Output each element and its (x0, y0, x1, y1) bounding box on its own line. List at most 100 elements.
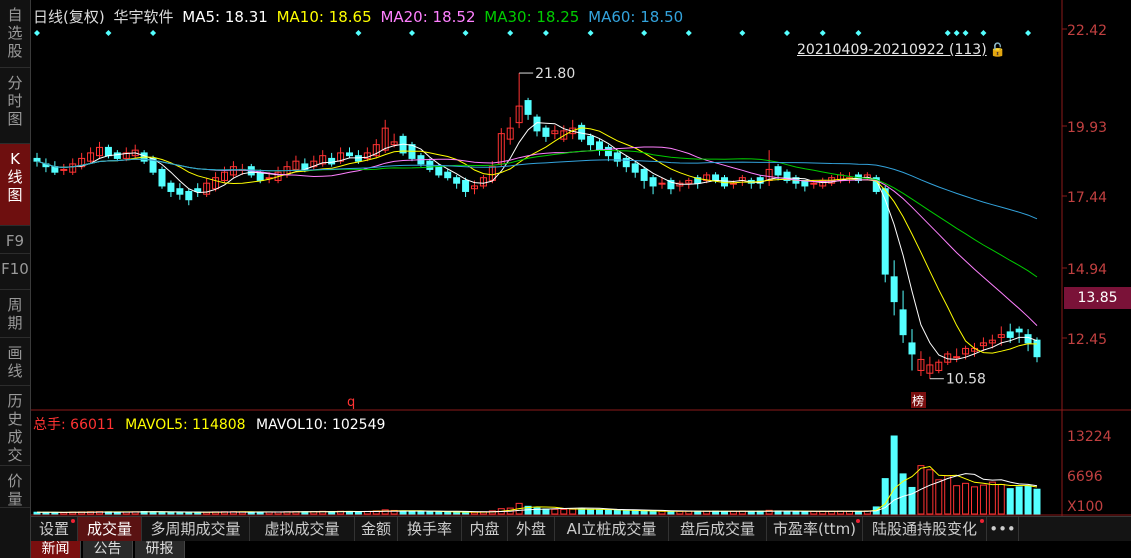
volume-bar (622, 510, 630, 515)
volume-bar (435, 511, 443, 515)
candle-body (444, 171, 452, 179)
volume-bar (613, 509, 621, 515)
volume-bar (176, 511, 184, 515)
candle-body (881, 188, 889, 275)
candle-body (453, 177, 461, 184)
volume-bar (587, 508, 595, 515)
indicator-tab-3[interactable]: 虚拟成交量 (250, 517, 355, 541)
ma60-value: MA60: 18.50 (588, 8, 684, 26)
candle-body (712, 174, 720, 181)
indicator-tab-2[interactable]: 多周期成交量 (142, 517, 250, 541)
indicator-tab-11[interactable]: 陆股通持股变化 (863, 517, 987, 541)
volume-bar (426, 511, 434, 515)
indicator-tab-12[interactable]: ••• (987, 517, 1019, 541)
ma20-value: MA20: 18.52 (380, 8, 476, 26)
volume-legend: 总手: 66011 MAVOL5: 114808 MAVOL10: 102549 (33, 414, 391, 434)
indicator-tab-1[interactable]: 成交量 (78, 517, 142, 541)
mavol5-value: MAVOL5: 114808 (125, 417, 246, 433)
volume-bar (1024, 485, 1032, 515)
volume-tick: 6696 (1067, 469, 1103, 485)
volume-bar (444, 511, 452, 515)
high-price-label: 21.80 (535, 66, 575, 82)
candle-body (462, 179, 470, 192)
volume-bar (667, 510, 675, 515)
side-tab-1[interactable]: 分 时 图 (0, 68, 30, 144)
kline-chart[interactable]: 22.42 19.93 17.44 14.94 12.45 21.80 10.58 q 榜 1… (31, 0, 1131, 516)
candle-body (104, 146, 112, 157)
candle-body (328, 157, 336, 165)
candle-body (158, 168, 166, 187)
volume-tick: 13224 (1067, 429, 1112, 445)
indicator-tab-bar: 设置 成交量 多周期成交量 虚拟成交量 金额 换手率 内盘 外盘 AI立桩成交量 盘后成交量 市盈率… (31, 516, 1131, 541)
volume-bar (596, 509, 603, 515)
side-tab-6[interactable]: 画 线 (0, 338, 30, 386)
side-tab-8[interactable]: 价 量 (0, 466, 30, 508)
indicator-tab-4[interactable]: 金额 (355, 517, 398, 541)
volume-bar (185, 511, 193, 515)
candle-body (1024, 334, 1032, 344)
volume-bar (453, 511, 461, 515)
side-tab-7[interactable]: 历 史 成 交 (0, 386, 30, 466)
side-tab-5[interactable]: 周 期 (0, 290, 30, 338)
marker-bang: 榜 (912, 393, 924, 408)
candle-body (1033, 339, 1041, 358)
indicator-tab-6[interactable]: 内盘 (462, 517, 508, 541)
indicator-tab-9[interactable]: 盘后成交量 (669, 517, 767, 541)
left-tool-bar: 自 选 股分 时 图K 线 图 F9 F10 周 期画 线历 史 成 交价 量 (0, 0, 31, 558)
candle-body (435, 166, 443, 176)
volume-bar (640, 510, 648, 515)
total-volume: 总手: 66011 (33, 417, 115, 433)
candle-body (354, 155, 362, 162)
candle-body (60, 168, 68, 171)
lock-icon[interactable]: 🔓 (990, 43, 1006, 58)
volume-bar (604, 509, 612, 515)
candle-body (953, 356, 961, 359)
indicator-tab-0[interactable]: 设置 (31, 517, 78, 541)
candle-body (1006, 331, 1014, 338)
indicator-tab-5[interactable]: 换手率 (398, 517, 462, 541)
volume-bar (1033, 488, 1041, 515)
volume-bar (167, 511, 175, 515)
side-tab-4[interactable]: F10 (0, 254, 30, 290)
candle-body (810, 182, 818, 185)
candle-body (587, 135, 595, 146)
volume-bar (908, 486, 916, 515)
candle-body (899, 309, 907, 336)
volume-tick: X100 (1067, 499, 1103, 515)
indicator-tab-8[interactable]: AI立桩成交量 (555, 517, 669, 541)
tab-dot-indicator (71, 519, 75, 523)
candle-body (346, 152, 353, 157)
volume-bar (792, 510, 800, 515)
candle-body (1015, 328, 1023, 333)
date-range-label[interactable]: 20210409-20210922 (113) 🔓 (797, 42, 1006, 58)
news-tab-1[interactable]: 公告 (83, 541, 133, 558)
side-tab-0[interactable]: 自 选 股 (0, 0, 30, 68)
price-tick: 12.45 (1067, 332, 1107, 348)
candle-body (908, 342, 916, 355)
candle-body (658, 182, 666, 185)
candle-body (524, 100, 532, 115)
candle-body (33, 157, 41, 162)
volume-bar (542, 508, 550, 515)
indicator-tab-7[interactable]: 外盘 (508, 517, 555, 541)
news-tab-2[interactable]: 研报 (135, 541, 185, 558)
price-tick: 17.44 (1067, 190, 1107, 206)
volume-bar (801, 511, 809, 515)
side-tab-3[interactable]: F9 (0, 226, 30, 254)
volume-bar (1015, 486, 1023, 515)
candle-body (113, 152, 121, 159)
candle-body (890, 276, 898, 303)
price-tick: 19.93 (1067, 120, 1107, 136)
indicator-tab-10[interactable]: 市盈率(ttm) (767, 517, 863, 541)
ma-legend: 日线(复权) 华宇软件 MA5: 18.31 MA10: 18.65 MA20:… (33, 6, 687, 27)
volume-bar (1006, 488, 1014, 515)
candle-body (640, 168, 648, 181)
price-tick: 22.42 (1067, 23, 1107, 39)
low-price-label: 10.58 (946, 372, 986, 388)
news-tab-0[interactable]: 新闻 (31, 541, 81, 558)
volume-bar (649, 510, 657, 515)
ma30-value: MA30: 18.25 (484, 8, 580, 26)
candle-body (167, 182, 175, 192)
side-tab-2[interactable]: K 线 图 (0, 144, 30, 226)
ma5-value: MA5: 18.31 (182, 8, 268, 26)
